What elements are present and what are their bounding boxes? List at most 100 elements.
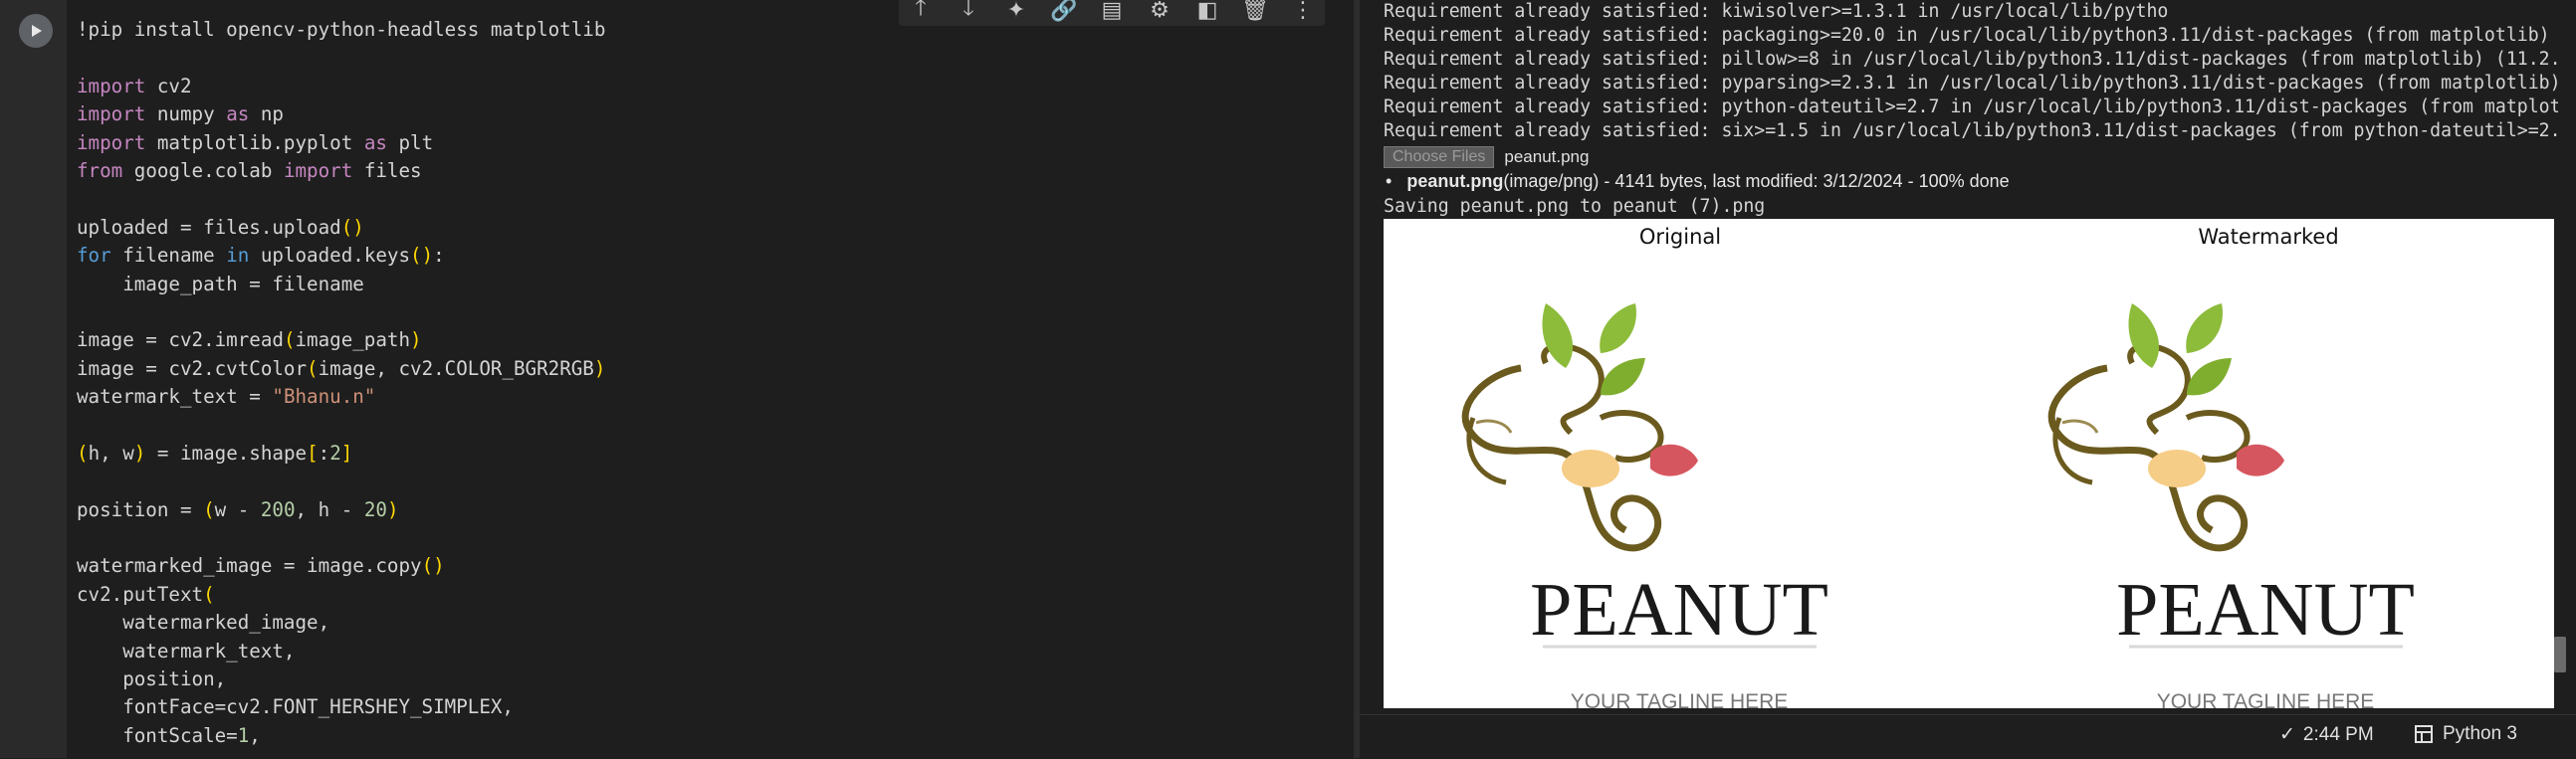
code-line: import numpy as np [77, 100, 1341, 128]
code-token: as [363, 130, 387, 154]
watermarked-peanut-logo [2051, 303, 2284, 548]
settings-icon[interactable]: ⚙ [1146, 0, 1174, 24]
choose-files-button[interactable]: Choose Files [1384, 146, 1495, 168]
code-token: 20 [363, 497, 387, 521]
code-token: in [226, 244, 250, 268]
pip-output-line: Requirement already satisfied: python-da… [1384, 96, 2558, 117]
run-cell-button[interactable] [19, 14, 53, 48]
more-options-icon[interactable]: ⋮ [1289, 0, 1317, 24]
code-token: as [226, 102, 250, 126]
code-token: "Bhanu.n" [272, 385, 376, 409]
uploaded-file-info: (image/png) - 4141 bytes, last modified:… [1503, 171, 2010, 191]
uploaded-file-name: peanut.png [1406, 171, 1504, 191]
bullet: • [1386, 171, 1393, 191]
comment-icon[interactable]: ▤ [1098, 0, 1126, 24]
code-line: fontScale=1, [77, 722, 1341, 750]
code-token: ( [307, 356, 319, 380]
code-line: position, [77, 665, 1341, 693]
original-tagline: YOUR TAGLINE HERE [1571, 690, 1789, 708]
code-line: uploaded = files.upload() [77, 214, 1341, 242]
sparkle-icon[interactable]: ✦ [1002, 0, 1030, 24]
mirror-cell-icon[interactable]: ◧ [1193, 0, 1221, 24]
code-token: watermark_text, [77, 639, 296, 663]
code-token: fontScale= [77, 723, 238, 747]
code-token: filename [110, 244, 227, 268]
code-line: (h, w) = image.shape[:2] [77, 440, 1341, 468]
code-line: image = cv2.imread(image_path) [77, 326, 1341, 354]
move-up-icon[interactable]: 🡑 [907, 0, 935, 24]
pip-output-line: Requirement already satisfied: packaging… [1384, 25, 2558, 46]
code-token: numpy [145, 102, 227, 126]
code-line: from google.colab import files [77, 157, 1341, 185]
pip-output-line: Requirement already satisfied: six>=1.5 … [1384, 120, 2558, 141]
link-icon[interactable]: 🔗 [1050, 0, 1078, 24]
code-token: plt [386, 130, 434, 154]
code-token: uploaded = files.upload [77, 215, 341, 239]
code-line: import cv2 [77, 73, 1341, 100]
runtime-indicator[interactable]: Python 3 [2415, 723, 2517, 745]
code-token: fontFace=cv2.FONT_HERSHEY_SIMPLEX, [77, 695, 514, 719]
move-down-icon[interactable]: 🡓 [955, 0, 982, 24]
code-line: image_path = filename [77, 271, 1341, 298]
code-token: import [283, 158, 353, 182]
delete-icon[interactable]: 🗑 [1241, 0, 1269, 24]
code-token: ) [133, 441, 146, 465]
code-token: , h - [295, 497, 364, 521]
code-token: watermark_text = [77, 385, 273, 409]
code-token: import [77, 102, 146, 126]
original-peanut-logo [1465, 303, 1698, 548]
code-token: 2 [329, 441, 341, 465]
code-token: for [77, 244, 111, 268]
code-token: google.colab [122, 158, 284, 182]
code-line: watermarked_image, [77, 609, 1341, 637]
code-token: watermarked_image, [77, 611, 330, 635]
code-token: image_path [295, 328, 411, 352]
uploaded-file-entry: • peanut.png(image/png) - 4141 bytes, la… [1386, 171, 2010, 192]
code-token: ) [593, 356, 606, 380]
play-icon [32, 25, 42, 37]
code-token: np [249, 102, 284, 126]
code-token: uploaded.keys [249, 244, 411, 268]
code-line: watermark_text, [77, 638, 1341, 665]
code-line: image = cv2.cvtColor(image, cv2.COLOR_BG… [77, 355, 1341, 383]
pip-output-line: Requirement already satisfied: pillow>=8… [1384, 49, 2558, 70]
code-token: , [249, 723, 261, 747]
code-token: () [340, 215, 364, 239]
code-token: : [433, 244, 445, 268]
code-token: 200 [260, 497, 296, 521]
code-token: watermarked_image = image.copy [77, 554, 422, 578]
code-token: cv2 [145, 74, 192, 97]
code-token: image = cv2.cvtColor [77, 356, 308, 380]
code-token: from [77, 158, 123, 182]
code-token: = image.shape [145, 441, 308, 465]
code-editor[interactable]: !pip install opencv-python-headless matp… [77, 16, 1341, 750]
execution-status: ✓ 2:44 PM [2279, 723, 2374, 746]
runtime-name: Python 3 [2443, 723, 2517, 744]
code-token: import [77, 74, 146, 97]
code-token: h, w [88, 441, 134, 465]
figure-canvas: PEANUT PEANUT YOUR TAGLINE HERE YOUR TAG… [1384, 219, 2415, 708]
code-token: image, cv2.COLOR_BGR2RGB [318, 356, 594, 380]
saving-message: Saving peanut.png to peanut (7).png [1384, 196, 1766, 217]
output-scrollbar[interactable] [2554, 637, 2566, 672]
code-token: image_path = filename [77, 272, 364, 295]
watermarked-tagline: YOUR TAGLINE HERE [2157, 690, 2375, 708]
code-line: for filename in uploaded.keys(): [77, 242, 1341, 270]
code-token: ( [203, 582, 215, 606]
chosen-file-name: peanut.png [1504, 147, 1590, 166]
code-token: matplotlib.pyplot [145, 130, 364, 154]
code-token: : [318, 441, 330, 465]
code-cell[interactable]: !pip install opencv-python-headless matp… [0, 0, 1354, 758]
execution-time: 2:44 PM [2302, 723, 2374, 745]
check-icon: ✓ [2279, 724, 2295, 745]
pip-output: Requirement already satisfied: kiwisolve… [1384, 0, 2558, 143]
code-line: import matplotlib.pyplot as plt [77, 129, 1341, 157]
runtime-icon [2415, 725, 2433, 743]
code-token: cv2.putText [77, 582, 204, 606]
code-token: import [77, 130, 146, 154]
